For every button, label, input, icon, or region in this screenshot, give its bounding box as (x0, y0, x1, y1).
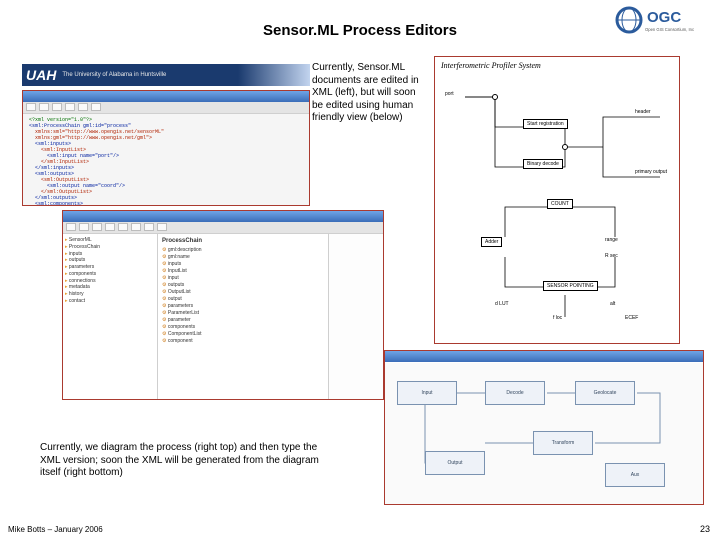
window-toolbar (23, 102, 309, 114)
window-toolbar (63, 222, 383, 234)
friendly-editor-screenshot: SensorMLProcessChaininputs outputsparame… (62, 210, 384, 400)
footer-author: Mike Botts – January 2006 (8, 525, 103, 534)
callout-bottom: Currently, we diagram the process (right… (40, 442, 330, 480)
tree-pane: SensorMLProcessChaininputs outputsparame… (63, 234, 158, 399)
uah-label: UAH (26, 67, 56, 83)
uah-band: UAH The University of Alabama in Huntsvi… (22, 64, 310, 86)
xml-editor-screenshot: <?xml version="1.0"?> <sml:ProcessChain … (22, 90, 310, 206)
process-diagram-screenshot: Interferometric Profiler System port Sta… (434, 56, 680, 344)
xml-code-body: <?xml version="1.0"?> <sml:ProcessChain … (23, 114, 309, 206)
page-number: 23 (700, 524, 710, 534)
window-titlebar (23, 91, 309, 102)
window-titlebar (63, 211, 383, 222)
right-pane (328, 234, 383, 399)
node-editor-screenshot: Input Decode Geolocate Transform Output … (384, 350, 704, 505)
node-canvas: Input Decode Geolocate Transform Output … (385, 363, 703, 504)
uah-tagline: The University of Alabama in Huntsville (62, 72, 166, 78)
callout-top: Currently, Sensor.ML documents are edite… (312, 62, 428, 125)
slide-title: Sensor.ML Process Editors (0, 22, 720, 39)
window-titlebar (385, 351, 703, 362)
main-pane: ProcessChain gml:descriptiongml:name inp… (158, 234, 328, 399)
